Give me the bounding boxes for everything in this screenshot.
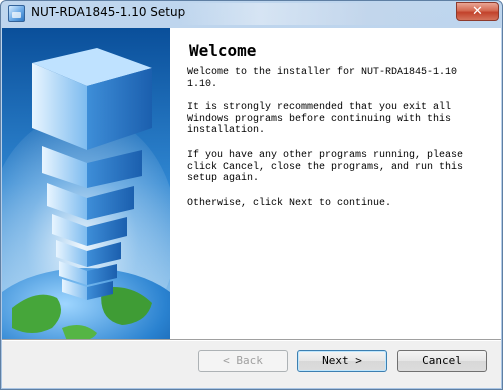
back-button[interactable]: < Back bbox=[198, 350, 288, 372]
welcome-paragraph-4: Otherwise, click Next to continue. bbox=[187, 198, 392, 209]
client-area: Welcome Welcome to the installer for NUT… bbox=[2, 28, 501, 388]
side-illustration bbox=[2, 28, 170, 339]
button-separator bbox=[2, 339, 501, 341]
setup-window: NUT-RDA1845-1.10 Setup ✕ Welcome Welcome… bbox=[0, 0, 503, 390]
welcome-paragraph-2: It is strongly recommended that you exit… bbox=[187, 102, 452, 136]
welcome-heading: Welcome bbox=[189, 41, 257, 60]
cancel-button[interactable]: Cancel bbox=[397, 350, 487, 372]
welcome-paragraph-3: If you have any other programs running, … bbox=[187, 150, 464, 184]
stacked-cubes-globe-icon bbox=[2, 28, 170, 339]
welcome-paragraph-1: Welcome to the installer for NUT-RDA1845… bbox=[187, 67, 458, 90]
installer-app-icon bbox=[8, 5, 25, 22]
title-bar-blur bbox=[179, 3, 449, 25]
title-bar[interactable]: NUT-RDA1845-1.10 Setup ✕ bbox=[1, 1, 502, 27]
next-button[interactable]: Next > bbox=[297, 350, 387, 372]
welcome-panel: Welcome Welcome to the installer for NUT… bbox=[2, 28, 501, 339]
window-title: NUT-RDA1845-1.10 Setup bbox=[31, 5, 186, 19]
close-button[interactable]: ✕ bbox=[456, 2, 499, 21]
